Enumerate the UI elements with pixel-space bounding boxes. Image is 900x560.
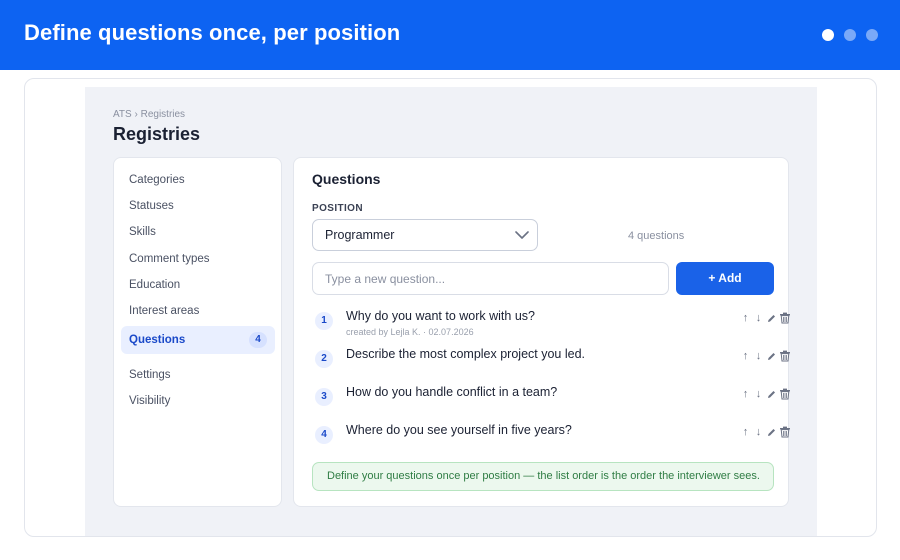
edit-icon[interactable] [766,389,777,400]
question-actions: ↑ ↓ [740,388,790,400]
sidebar-item-interest-areas[interactable]: Interest areas [121,297,275,325]
sidebar-item-label: Categories [129,174,185,186]
sidebar-item-label: Settings [129,369,171,381]
edit-icon[interactable] [766,313,777,324]
question-number: 1 [315,312,333,330]
question-number: 2 [315,350,333,368]
question-actions: ↑ ↓ [740,426,790,438]
question-actions: ↑ ↓ [740,312,790,324]
screenshot-frame: ATS › Registries Registries Categories S… [24,78,877,537]
question-actions: ↑ ↓ [740,350,790,362]
question-number: 4 [315,426,333,444]
question-meta: created by Lejla K. · 02.07.2026 [346,327,474,337]
question-text: Why do you want to work with us? [346,309,535,323]
slide-dots [822,29,878,41]
move-down-icon[interactable]: ↓ [753,388,764,400]
edit-icon[interactable] [766,427,777,438]
sidebar-item-label: Statuses [129,200,174,212]
panel-title: Questions [312,171,381,187]
delete-icon[interactable] [779,426,790,438]
slide-dot-2[interactable] [844,29,856,41]
app-window: ATS › Registries Registries Categories S… [85,87,817,536]
question-row[interactable]: 2 Describe the most complex project you … [312,344,790,374]
question-text: Where do you see yourself in five years? [346,423,572,437]
sidebar-item-categories[interactable]: Categories [121,166,275,194]
breadcrumb[interactable]: ATS › Registries [113,109,185,120]
header-banner: Define questions once, per position [0,0,900,70]
sidebar-item-label: Interest areas [129,305,200,317]
page-title: Registries [113,124,201,144]
question-count: 4 questions [628,230,685,242]
move-down-icon[interactable]: ↓ [753,312,764,324]
sidebar-item-comment-types[interactable]: Comment types [121,245,275,273]
position-select[interactable]: Programmer [312,219,538,251]
sidebar-item-statuses[interactable]: Statuses [121,192,275,220]
move-up-icon[interactable]: ↑ [740,426,751,438]
question-number: 3 [315,388,333,406]
sidebar-item-education[interactable]: Education [121,271,275,299]
sidebar-item-questions[interactable]: Questions 4 [121,326,275,354]
question-row[interactable]: 3 How do you handle conflict in a team? … [312,382,790,412]
slide-dot-1[interactable] [822,29,834,41]
sidebar-item-label: Comment types [129,253,210,265]
move-down-icon[interactable]: ↓ [753,426,764,438]
question-text: Describe the most complex project you le… [346,347,585,361]
registries-sidebar: Categories Statuses Skills Comment types… [113,157,282,507]
delete-icon[interactable] [779,350,790,362]
sidebar-item-label: Visibility [129,395,171,407]
edit-icon[interactable] [766,351,777,362]
chevron-down-icon [515,231,529,239]
add-question-button[interactable]: + Add [676,262,774,295]
delete-icon[interactable] [779,388,790,400]
sidebar-item-skills[interactable]: Skills [121,218,275,246]
banner-title: Define questions once, per position [24,20,401,45]
question-text: How do you handle conflict in a team? [346,385,558,399]
position-select-value: Programmer [325,228,395,242]
question-row[interactable]: 1 Why do you want to work with us? creat… [312,306,790,337]
move-up-icon[interactable]: ↑ [740,312,751,324]
sidebar-item-visibility[interactable]: Visibility [121,387,275,415]
sidebar-item-settings[interactable]: Settings [121,361,275,389]
count-badge: 4 [249,332,267,348]
info-hint: Define your questions once per position … [312,462,774,491]
sidebar-item-label: Education [129,279,181,291]
new-question-input[interactable] [312,262,669,295]
move-down-icon[interactable]: ↓ [753,350,764,362]
question-row[interactable]: 4 Where do you see yourself in five year… [312,420,790,450]
move-up-icon[interactable]: ↑ [740,350,751,362]
sidebar-item-label: Questions [129,334,186,346]
questions-panel: Questions POSITION Programmer 4 question… [293,157,790,507]
sidebar-item-label: Skills [129,226,156,238]
delete-icon[interactable] [779,312,790,324]
move-up-icon[interactable]: ↑ [740,388,751,400]
slide-dot-3[interactable] [866,29,878,41]
position-label: POSITION [312,203,363,214]
